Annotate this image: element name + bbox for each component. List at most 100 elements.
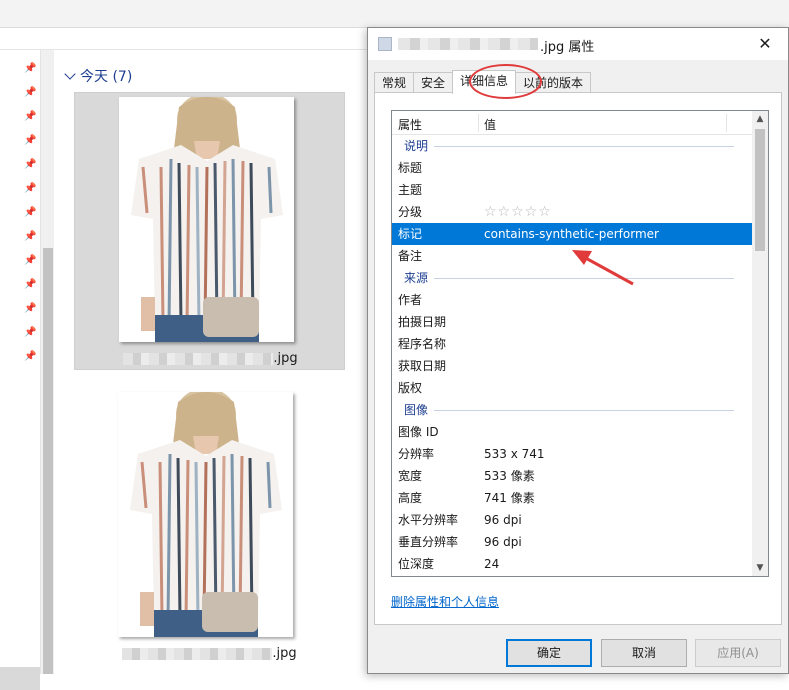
property-row[interactable]: 拍摄日期 (392, 311, 754, 333)
file-name[interactable]: .jpg (74, 646, 345, 661)
property-name: 位深度 (398, 557, 435, 571)
column-separator[interactable] (726, 114, 727, 132)
cancel-button[interactable]: 取消 (601, 639, 687, 667)
scrollbar-thumb[interactable] (755, 129, 765, 251)
pin-icon: 📌 (24, 111, 37, 122)
property-name: 主题 (398, 183, 423, 197)
close-button[interactable]: ✕ (742, 28, 788, 60)
tshirt-photo (119, 97, 294, 342)
rating-stars[interactable]: ☆☆☆☆☆ (484, 201, 552, 223)
tab-general[interactable]: 常规 (374, 72, 415, 93)
pin-icon: 📌 (24, 303, 37, 314)
pin-icon: 📌 (24, 279, 37, 290)
properties-dialog: .jpg 属性 ✕ 常规 安全 详细信息 以前的版本 属性 值 说明标题主题分级… (367, 27, 789, 674)
image-thumbnail (119, 97, 294, 342)
property-row[interactable]: 作者 (392, 289, 754, 311)
section-label: 图像 (404, 403, 429, 417)
property-row[interactable]: 备注 (392, 245, 754, 267)
section-divider (434, 278, 734, 279)
remove-properties-link[interactable]: 删除属性和个人信息 (391, 593, 499, 610)
section-divider (434, 146, 734, 147)
property-name: 分级 (398, 205, 423, 219)
property-name: 高度 (398, 491, 423, 505)
tab-details[interactable]: 详细信息 (452, 70, 517, 94)
column-header-property[interactable]: 属性 (398, 116, 422, 133)
property-value: 533 x 741 (484, 447, 545, 461)
property-row[interactable]: 高度 741 像素 (392, 487, 754, 509)
property-row[interactable]: 位深度 24 (392, 553, 754, 575)
properties-rows: 说明标题主题分级 ☆☆☆☆☆ 标记 contains-synthetic-perfor… (392, 135, 754, 575)
property-row[interactable]: 标题 (392, 157, 754, 179)
group-header-label: 今天 (7) (80, 69, 133, 85)
property-row[interactable]: 获取日期 (392, 355, 754, 377)
navigation-scrollbar[interactable] (40, 50, 54, 674)
tab-security[interactable]: 安全 (413, 72, 454, 93)
property-row[interactable]: 分辨率 533 x 741 (392, 443, 754, 465)
scrollbar-thumb[interactable] (43, 248, 53, 674)
column-header-value[interactable]: 值 (484, 116, 496, 133)
section-label: 说明 (404, 139, 429, 153)
dialog-titlebar[interactable]: .jpg 属性 ✕ (368, 28, 788, 60)
section-header: 来源 (392, 267, 754, 289)
property-value: 741 像素 (484, 491, 535, 505)
property-row[interactable]: 分级 ☆☆☆☆☆ (392, 201, 754, 223)
property-name: 作者 (398, 293, 423, 307)
property-row[interactable]: 垂直分辨率 96 dpi (392, 531, 754, 553)
pin-icon: 📌 (24, 327, 37, 338)
list-scrollbar[interactable]: ▲ ▼ (752, 111, 768, 576)
property-name: 垂直分辨率 (398, 535, 459, 549)
explorer-address-bar[interactable] (0, 28, 368, 50)
section-header: 图像 (392, 399, 754, 421)
property-name: 宽度 (398, 469, 423, 483)
property-row[interactable]: 程序名称 (392, 333, 754, 355)
property-row-selected[interactable]: 标记 contains-synthetic-performer (392, 223, 754, 245)
property-row[interactable]: 水平分辨率 96 dpi (392, 509, 754, 531)
properties-list[interactable]: 属性 值 说明标题主题分级 ☆☆☆☆☆ 标记 contains-synthetic-p… (391, 110, 769, 577)
property-value: contains-synthetic-performer (484, 227, 659, 241)
property-row[interactable]: 版权 (392, 377, 754, 399)
image-file-icon (378, 37, 392, 51)
image-thumbnail (118, 392, 293, 637)
section-label: 来源 (404, 271, 429, 285)
pin-icon: 📌 (24, 207, 37, 218)
pin-icon: 📌 (24, 63, 37, 74)
pin-icon: 📌 (24, 135, 37, 146)
group-header-today[interactable]: 今天 (7) (64, 66, 133, 86)
property-name: 分辨率 (398, 447, 435, 461)
column-separator[interactable] (478, 114, 479, 132)
explorer-toolbar (0, 0, 789, 28)
file-tile[interactable]: .jpg (74, 92, 345, 370)
property-value: 533 像素 (484, 469, 535, 483)
property-name: 水平分辨率 (398, 513, 459, 527)
tab-previous-versions[interactable]: 以前的版本 (515, 72, 592, 93)
navigation-selected-item[interactable] (0, 667, 40, 690)
property-name: 程序名称 (398, 337, 447, 351)
pin-icon: 📌 (24, 87, 37, 98)
section-divider (434, 410, 734, 411)
scroll-up-icon[interactable]: ▲ (752, 111, 768, 127)
property-row[interactable]: 主题 (392, 179, 754, 201)
property-name: 图像 ID (398, 425, 439, 439)
property-name: 版权 (398, 381, 423, 395)
tshirt-photo (118, 392, 293, 637)
list-header: 属性 值 (392, 111, 754, 135)
property-row[interactable]: 宽度 533 像素 (392, 465, 754, 487)
redacted-filename (123, 352, 274, 365)
property-name: 备注 (398, 249, 423, 263)
property-row[interactable]: 图像 ID (392, 421, 754, 443)
pin-icon: 📌 (24, 159, 37, 170)
pin-icon: 📌 (24, 351, 37, 362)
redacted-filename (122, 647, 273, 660)
ok-button[interactable]: 确定 (506, 639, 592, 667)
pin-icon: 📌 (24, 183, 37, 194)
dialog-title: .jpg 属性 (540, 40, 595, 55)
file-name[interactable]: .jpg (75, 351, 346, 366)
tab-strip: 常规 安全 详细信息 以前的版本 (374, 70, 592, 94)
pin-icon: 📌 (24, 231, 37, 242)
property-value: 24 (484, 557, 500, 571)
scroll-down-icon[interactable]: ▼ (752, 560, 768, 576)
file-tile[interactable]: .jpg (74, 388, 345, 666)
redacted-title-filename (398, 38, 538, 50)
chevron-down-icon (64, 68, 76, 80)
apply-button[interactable]: 应用(A) (695, 639, 781, 667)
